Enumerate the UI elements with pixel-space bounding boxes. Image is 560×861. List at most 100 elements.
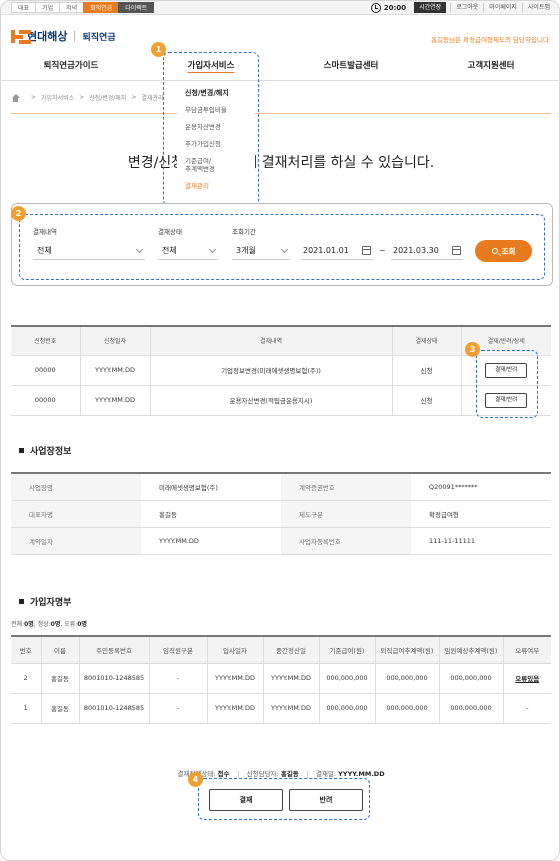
period-select[interactable]: 3개월 bbox=[232, 242, 290, 260]
cell-request-date: YYYY.MM.DD bbox=[79, 385, 150, 416]
cell-employee-type: - bbox=[148, 693, 207, 724]
clock-icon bbox=[370, 2, 381, 13]
request-manager: 홍길동 bbox=[280, 770, 299, 778]
logo[interactable]: 현대해상 퇴직연금 bbox=[11, 28, 116, 44]
col-hire-date: 입사일자 bbox=[206, 636, 263, 664]
tab-retirement-pension[interactable]: 퇴직연금 bbox=[83, 2, 120, 13]
user-role-note: 홍길동님은 확정급여형제도의 담당자입니다. bbox=[431, 36, 551, 44]
cell-base-salary: 000,000,000 bbox=[318, 693, 375, 724]
section-bullet bbox=[19, 448, 24, 453]
col-base-salary: 기준급여(원) bbox=[318, 636, 375, 664]
search-button[interactable]: 조회 bbox=[475, 240, 532, 262]
utility-links: 20:00 시간연장 로그아웃 마이페이지 사이트맵 bbox=[370, 2, 555, 13]
step-badge-2: 2 bbox=[11, 206, 26, 221]
approval-state: 접수 bbox=[217, 770, 230, 778]
info-label: 사업자등록번호 bbox=[281, 527, 411, 555]
approval-status-select[interactable]: 전체 bbox=[158, 242, 218, 260]
cell-retirement-estimate: 000,000,000 bbox=[374, 663, 439, 694]
cell-approval-status: 신청 bbox=[391, 385, 461, 416]
start-date-field[interactable]: 2021.01.01 bbox=[301, 242, 373, 260]
col-request-date: 신청일자 bbox=[79, 326, 150, 356]
cell-rrn: 8001010-1248585 bbox=[78, 693, 149, 724]
table-row: 2 홍길동 8001010-1248585 - YYYY.MM.DD YYYY.… bbox=[11, 663, 551, 694]
step-badge-1: 1 bbox=[151, 42, 166, 57]
session-time: 20:00 bbox=[383, 3, 407, 12]
cell-executive-estimate: 000,000,000 bbox=[438, 663, 503, 694]
info-label: 대표자명 bbox=[11, 500, 141, 528]
info-label: 계약일자 bbox=[11, 527, 141, 555]
info-label: 사업장명 bbox=[11, 473, 141, 501]
logout-link[interactable]: 로그아웃 bbox=[450, 3, 483, 12]
utility-bar: 대표 기업 저녁 퇴직연금 다이렉트 20:00 시간연장 로그아웃 마이페이지… bbox=[1, 1, 559, 15]
cell-hire-date: YYYY.MM.DD bbox=[206, 693, 263, 724]
company-info-title-text: 사업장정보 bbox=[30, 447, 72, 457]
home-icon[interactable] bbox=[11, 93, 20, 102]
col-retirement-estimate: 퇴직급여추계액(원) bbox=[374, 636, 439, 664]
search-button-label: 조회 bbox=[501, 246, 516, 256]
breadcrumb-item[interactable]: 가입자서비스 bbox=[41, 93, 74, 102]
approval-status-line: 결재진행상태: 접수 신청담당자: 홍길동 결재일: YYYY.MM.DD bbox=[177, 770, 385, 778]
step-badge-4: 4 bbox=[188, 772, 203, 787]
date-range-separator: ~ bbox=[379, 246, 386, 255]
error-link[interactable]: 오류있음 bbox=[502, 663, 551, 694]
approval-type-value: 전체 bbox=[37, 246, 52, 255]
col-approval-status: 결재상태 bbox=[391, 326, 461, 356]
member-table: 번호 이름 주민등록번호 임직원구분 입사일자 중간정산일 기준급여(원) 퇴직… bbox=[11, 635, 551, 724]
info-value: 미래에셋생명보험(주) bbox=[141, 473, 281, 501]
total-count: 0명 bbox=[24, 621, 34, 628]
col-no: 번호 bbox=[11, 636, 41, 664]
table-header-row: 번호 이름 주민등록번호 임직원구분 입사일자 중간정산일 기준급여(원) 퇴직… bbox=[11, 636, 551, 664]
mypage-link[interactable]: 마이페이지 bbox=[483, 3, 522, 12]
reject-button[interactable]: 반려 bbox=[289, 789, 363, 811]
calendar-icon[interactable] bbox=[452, 246, 461, 255]
cell-interim-date: YYYY.MM.DD bbox=[262, 663, 319, 694]
nav-pension-guide[interactable]: 퇴직연금가이드 bbox=[1, 53, 141, 80]
normal-count: 0명 bbox=[50, 621, 61, 628]
cell-name: 홍길동 bbox=[40, 663, 79, 694]
logo-h-icon bbox=[11, 29, 23, 43]
tab-evening[interactable]: 저녁 bbox=[59, 2, 85, 13]
end-date-value: 2021.03.30 bbox=[393, 246, 439, 255]
logo-divider bbox=[74, 30, 76, 42]
col-error: 오류여부 bbox=[502, 636, 551, 664]
col-interim-date: 중간정산일 bbox=[262, 636, 319, 664]
info-value: 111-11-11111 bbox=[411, 527, 551, 555]
logo-subtitle: 퇴직연금 bbox=[82, 32, 116, 43]
tab-direct[interactable]: 다이렉트 bbox=[118, 2, 155, 13]
filter-status-label: 결재상태 bbox=[158, 228, 182, 236]
chevron-down-icon bbox=[135, 245, 144, 254]
logo-text: 현대해상 bbox=[27, 30, 68, 43]
breadcrumb-item[interactable]: 신청/변경/해지 bbox=[89, 93, 126, 102]
info-label: 제도구분 bbox=[281, 500, 411, 528]
approve-button[interactable]: 결재 bbox=[209, 789, 283, 811]
start-date-value: 2021.01.01 bbox=[303, 246, 349, 255]
calendar-icon[interactable] bbox=[362, 246, 371, 255]
extend-session-button[interactable]: 시간연장 bbox=[414, 2, 447, 13]
page-frame: 대표 기업 저녁 퇴직연금 다이렉트 20:00 시간연장 로그아웃 마이페이지… bbox=[0, 0, 560, 861]
company-info-title: 사업장정보 bbox=[19, 444, 71, 457]
step-badge-3: 3 bbox=[465, 342, 480, 357]
nav-customer-support[interactable]: 고객지원센터 bbox=[421, 53, 559, 80]
table-row: 00000 YYYY.MM.DD 운용자산변경(적립금운용지시) 신청 결재/반… bbox=[11, 385, 551, 416]
highlight-box-1 bbox=[163, 52, 259, 206]
end-date-field[interactable]: 2021.03.30 bbox=[391, 242, 463, 260]
nav-smart-issue[interactable]: 스마트발급센터 bbox=[281, 53, 421, 80]
cell-interim-date: YYYY.MM.DD bbox=[262, 693, 319, 724]
table-row: 1 홍길동 8001010-1248585 - YYYY.MM.DD YYYY.… bbox=[11, 693, 551, 724]
filter-approval-label: 결재내역 bbox=[33, 228, 57, 236]
company-info-table: 사업장명 미래에셋생명보험(주) 계약증권번호 Q20091******* 대표… bbox=[11, 472, 551, 555]
col-request-no: 신청번호 bbox=[11, 326, 80, 356]
info-label: 계약증권번호 bbox=[281, 473, 411, 501]
approval-status-value: 전체 bbox=[162, 246, 177, 255]
info-value: 홍길동 bbox=[141, 500, 281, 528]
cell-request-no: 00000 bbox=[11, 385, 80, 416]
approval-type-select[interactable]: 전체 bbox=[33, 242, 145, 260]
sitemap-link[interactable]: 사이트맵 bbox=[521, 3, 555, 12]
breadcrumb-item[interactable]: 결재관리 bbox=[141, 93, 163, 102]
error-count: 0명 bbox=[77, 621, 87, 628]
tab-corporate[interactable]: 기업 bbox=[35, 2, 61, 13]
chevron-down-icon bbox=[280, 245, 289, 254]
col-rrn: 주민등록번호 bbox=[78, 636, 149, 664]
member-list-title-text: 가입자명부 bbox=[30, 598, 72, 608]
tab-main[interactable]: 대표 bbox=[11, 2, 37, 13]
